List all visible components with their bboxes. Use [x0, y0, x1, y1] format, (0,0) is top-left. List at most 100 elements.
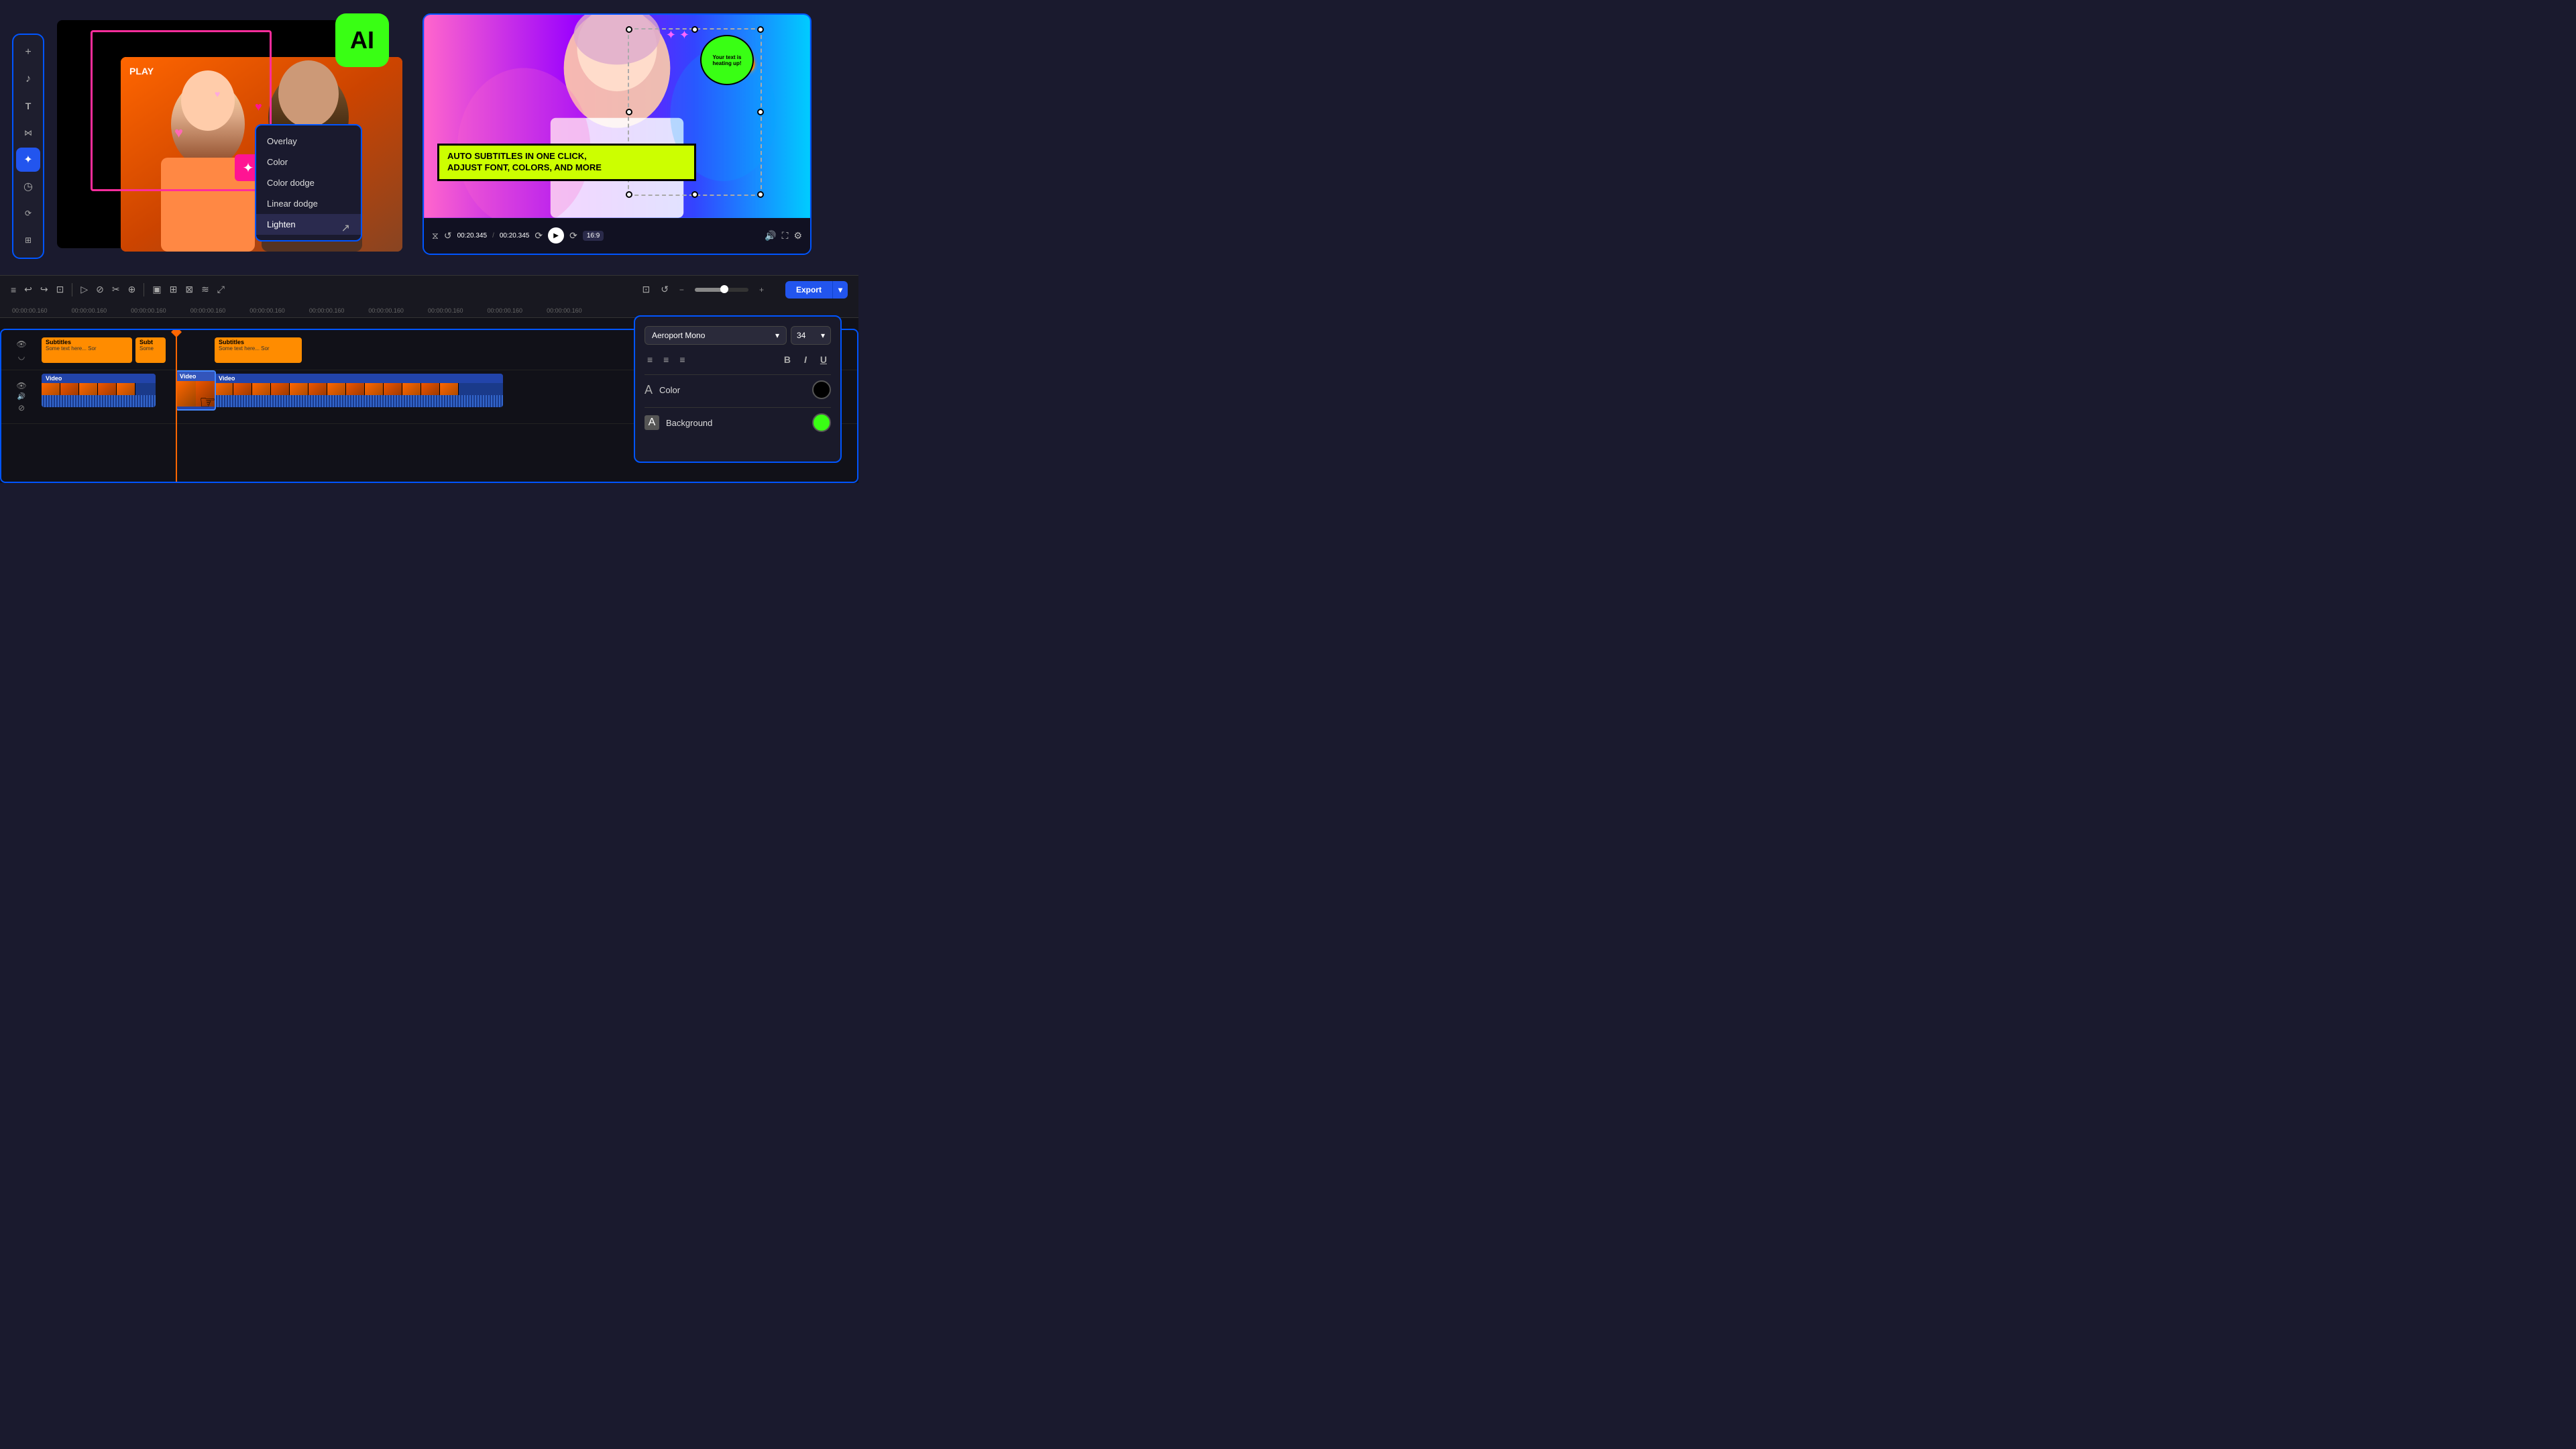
- italic-btn[interactable]: I: [800, 352, 811, 368]
- handle-top-right[interactable]: [757, 26, 764, 33]
- clip2-text: Some: [139, 345, 162, 352]
- video-clip-2[interactable]: Video: [215, 374, 503, 407]
- tl-transition-btn[interactable]: ▣: [152, 284, 161, 295]
- drag-clip-thumbs: [177, 381, 215, 408]
- tl-shield-btn[interactable]: ⊕: [128, 284, 136, 295]
- ruler-tick-8: 00:00:00.160: [416, 307, 475, 314]
- align-center-btn[interactable]: ≡: [661, 352, 671, 368]
- export-button[interactable]: Export: [785, 281, 832, 299]
- subtitles-mute-icon[interactable]: ◡: [18, 352, 25, 361]
- tl-crop-btn[interactable]: ⊞: [170, 284, 178, 295]
- ai-badge: AI: [335, 13, 389, 67]
- font-family-value: Aeroport Mono: [652, 331, 705, 340]
- cursor-indicator: ↗: [341, 221, 350, 235]
- video-clip-dragging[interactable]: Video: [176, 370, 216, 411]
- toolbar-effects-btn[interactable]: ⋈: [16, 121, 40, 145]
- wave-visual-2: [215, 395, 503, 407]
- font-size-select[interactable]: 34 ▾: [791, 326, 831, 345]
- toolbar-grid-btn[interactable]: ⊞: [16, 228, 40, 252]
- clip2-title: Subt: [139, 339, 162, 345]
- tl-volume-slider[interactable]: [695, 288, 748, 292]
- font-family-row: Aeroport Mono ▾ 34 ▾: [645, 326, 831, 345]
- ruler-tick-9: 00:00:00.160: [475, 307, 535, 314]
- effects-icon: ⋈: [24, 128, 32, 138]
- subtitles-track-label: 👁 ◡: [1, 337, 42, 364]
- ruler-tick-7: 00:00:00.160: [356, 307, 416, 314]
- video-vol-icon[interactable]: 🔊: [17, 393, 25, 400]
- ctrl-rewind-icon[interactable]: ⟳: [535, 230, 543, 241]
- link-icon: ⟳: [25, 209, 32, 218]
- ctrl-settings-icon[interactable]: ⚙: [793, 230, 802, 241]
- blend-color[interactable]: Color: [256, 152, 361, 172]
- toolbar-magic-btn[interactable]: ✦: [16, 148, 40, 172]
- font-family-select[interactable]: Aeroport Mono ▾: [645, 326, 787, 345]
- subtitles-eye-icon[interactable]: 👁: [16, 339, 26, 349]
- fire-text-bubble: Your text is heating up!: [700, 35, 754, 85]
- handle-top-left[interactable]: [626, 26, 632, 33]
- toolbar-music-btn[interactable]: ♪: [16, 67, 40, 91]
- tl-delete-btn[interactable]: ⊡: [56, 284, 64, 295]
- background-label: Background: [666, 418, 805, 428]
- tl-undo-btn[interactable]: ↩: [24, 284, 32, 295]
- toolbar-add-btn[interactable]: +: [16, 40, 40, 64]
- tl-magnet-btn[interactable]: ⊘: [96, 284, 104, 295]
- video-eye-icon[interactable]: 👁: [16, 381, 26, 390]
- video-lock-icon[interactable]: ⊘: [18, 403, 25, 413]
- ctrl-fullscreen-icon[interactable]: ⛶: [782, 230, 789, 241]
- panel-separator-2: [645, 407, 831, 408]
- underline-btn[interactable]: U: [816, 352, 831, 368]
- export-btn-group: Export ▾: [785, 281, 848, 299]
- left-toolbar: + ♪ T ⋈ ✦ ◷ ⟳ ⊞: [12, 34, 44, 259]
- bold-btn[interactable]: B: [780, 352, 795, 368]
- handle-bottom-left[interactable]: [626, 191, 632, 198]
- align-left-btn[interactable]: ≡: [645, 352, 655, 368]
- clip3-title: Subtitles: [219, 339, 298, 345]
- tl-rotate-icon[interactable]: ↺: [661, 284, 669, 295]
- ruler-tick-1: 00:00:00.160: [0, 307, 60, 314]
- tl-redo-btn[interactable]: ↪: [40, 284, 48, 295]
- subtitle-clip-2[interactable]: Subt Some: [135, 337, 166, 363]
- export-dropdown-btn[interactable]: ▾: [832, 281, 848, 299]
- tl-volume-knob[interactable]: [720, 285, 728, 293]
- text-icon: T: [25, 101, 32, 111]
- current-time: 00:20.345: [457, 232, 488, 239]
- text-align-row: ≡ ≡ ≡ B I U: [645, 352, 831, 368]
- toolbar-link-btn[interactable]: ⟳: [16, 201, 40, 225]
- background-color-picker-btn[interactable]: [812, 413, 831, 432]
- toolbar-timer-btn[interactable]: ◷: [16, 174, 40, 199]
- handle-mid-left[interactable]: [626, 109, 632, 115]
- tl-settings-btn[interactable]: ≡: [11, 284, 16, 295]
- blend-color-dodge[interactable]: Color dodge: [256, 172, 361, 193]
- tl-audio-btn[interactable]: ≋: [201, 284, 209, 295]
- ctrl-chapter-icon[interactable]: ⧖: [432, 230, 439, 241]
- play-button[interactable]: ▶: [548, 227, 564, 244]
- ctrl-volume-icon[interactable]: 🔊: [765, 230, 776, 241]
- subtitle-clip-3[interactable]: Subtitles Some text here... Sor: [215, 337, 302, 363]
- tl-filter-btn[interactable]: ⊠: [185, 284, 193, 295]
- ruler-tick-5: 00:00:00.160: [237, 307, 297, 314]
- size-dropdown-icon: ▾: [821, 331, 825, 340]
- ruler-tick-4: 00:00:00.160: [178, 307, 238, 314]
- align-right-btn[interactable]: ≡: [677, 352, 687, 368]
- tl-minus[interactable]: −: [679, 285, 684, 294]
- ctrl-rotate-icon[interactable]: ↺: [444, 230, 452, 241]
- tl-speed-btn[interactable]: ⤢: [217, 284, 225, 295]
- handle-top-mid[interactable]: [691, 26, 698, 33]
- tl-cut-btn[interactable]: ✂: [112, 284, 120, 295]
- ctrl-forward-icon[interactable]: ⟳: [569, 230, 577, 241]
- tl-vol-icon[interactable]: ⊡: [642, 284, 650, 295]
- subtitle-clip-1[interactable]: Subtitles Some text here... Sor: [42, 337, 132, 363]
- blend-linear-dodge[interactable]: Linear dodge: [256, 193, 361, 214]
- video-clip-1[interactable]: Video: [42, 374, 156, 407]
- toolbar-text-btn[interactable]: T: [16, 94, 40, 118]
- clip3-text: Some text here... Sor: [219, 345, 298, 352]
- tl-plus[interactable]: +: [759, 285, 764, 294]
- playhead-line: [176, 337, 177, 482]
- playhead[interactable]: [176, 330, 177, 482]
- blend-overlay[interactable]: Overlay: [256, 131, 361, 152]
- video-clip2-header: Video: [215, 374, 503, 383]
- aspect-ratio-badge[interactable]: 16:9: [583, 231, 604, 241]
- tl-select-btn[interactable]: ▷: [80, 284, 88, 295]
- ruler-tick-10: 00:00:00.160: [535, 307, 594, 314]
- color-picker-btn[interactable]: [812, 380, 831, 399]
